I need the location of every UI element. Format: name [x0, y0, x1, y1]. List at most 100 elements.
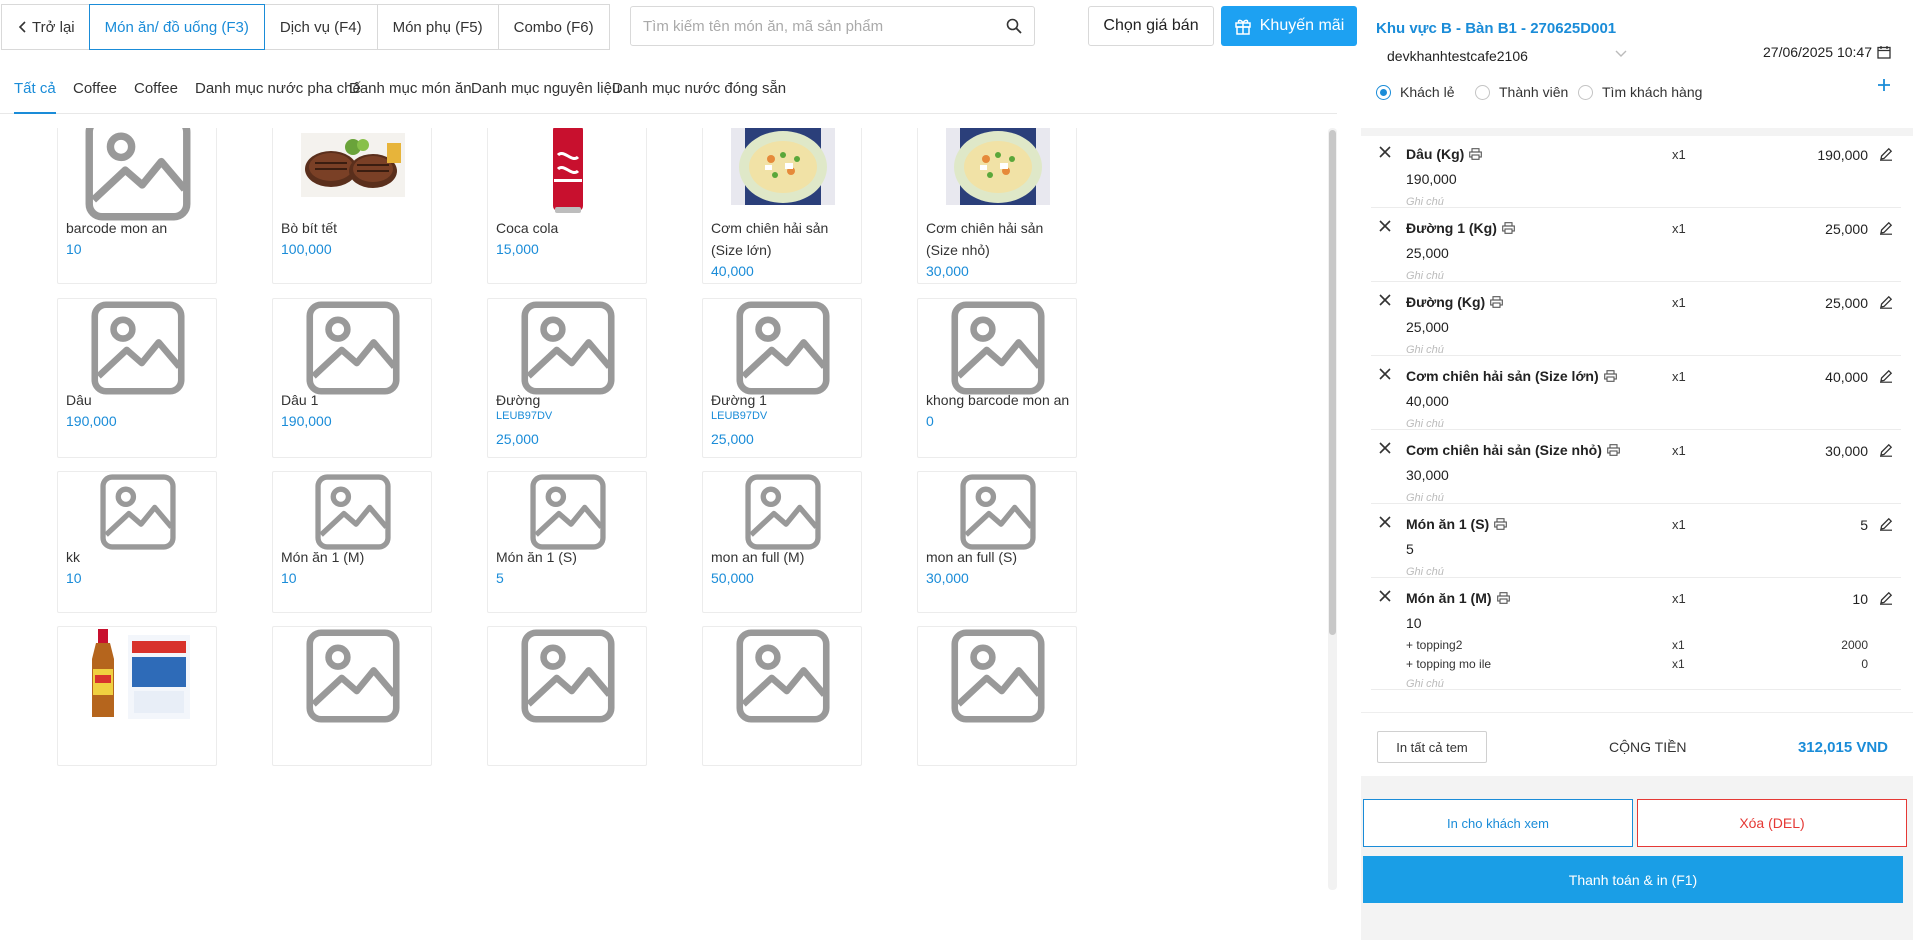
- back-button[interactable]: Trở lại: [1, 4, 90, 50]
- product-card[interactable]: Món ăn 1 (M) 10: [272, 471, 432, 613]
- edit-pencil-icon[interactable]: [1879, 369, 1893, 383]
- item-note-field[interactable]: Ghi chú: [1406, 344, 1444, 356]
- product-name: Món ăn 1 (S): [496, 549, 577, 565]
- category-tab[interactable]: Danh mục nước đóng sẵn: [612, 80, 786, 114]
- edit-pencil-icon[interactable]: [1879, 591, 1893, 605]
- promotion-button[interactable]: Khuyến mãi: [1221, 6, 1357, 46]
- tab-side-dishes[interactable]: Món phụ (F5): [376, 4, 499, 50]
- edit-pencil-icon[interactable]: [1879, 221, 1893, 235]
- item-note-field[interactable]: Ghi chú: [1406, 418, 1444, 430]
- product-card[interactable]: Bò bít tết 100,000: [272, 128, 432, 284]
- radio-find-customer[interactable]: Tìm khách hàng: [1578, 84, 1702, 100]
- category-tab[interactable]: Danh mục nguyên liệu: [471, 80, 620, 114]
- store-select[interactable]: devkhanhtestcafe2106: [1387, 48, 1528, 64]
- product-card[interactable]: khong barcode mon an 0: [917, 298, 1077, 458]
- order-item-total: 25,000: [1825, 221, 1868, 237]
- order-item-qty[interactable]: x1: [1672, 295, 1686, 310]
- edit-pencil-icon[interactable]: [1879, 517, 1893, 531]
- product-card[interactable]: Món ăn 1 (S) 5: [487, 471, 647, 613]
- item-note-field[interactable]: Ghi chú: [1406, 492, 1444, 504]
- order-item-qty[interactable]: x1: [1672, 591, 1686, 606]
- print-icon[interactable]: [1464, 148, 1483, 160]
- tab-services[interactable]: Dịch vụ (F4): [263, 4, 378, 50]
- category-tab[interactable]: Danh mục món ăn: [349, 80, 472, 114]
- product-card[interactable]: [57, 626, 217, 766]
- item-note-field[interactable]: Ghi chú: [1406, 196, 1444, 208]
- order-item-qty[interactable]: x1: [1672, 517, 1686, 532]
- product-card[interactable]: mon an full (M) 50,000: [702, 471, 862, 613]
- product-grid: barcode mon an 10 Bò bít tết 100,000 Coca co…: [0, 128, 1330, 890]
- order-item-qty[interactable]: x1: [1672, 369, 1686, 384]
- order-item-name: Đường (Kg): [1406, 294, 1486, 310]
- product-card[interactable]: [917, 626, 1077, 766]
- product-card[interactable]: kk 10: [57, 471, 217, 613]
- product-price: 30,000: [926, 263, 969, 279]
- print-icon[interactable]: [1602, 444, 1620, 456]
- print-for-customer-button[interactable]: In cho khách xem: [1363, 799, 1633, 847]
- remove-item-icon[interactable]: [1379, 442, 1391, 454]
- category-tab[interactable]: Tất cả: [14, 80, 56, 114]
- category-tabs: Tất cả Coffee Coffee Danh mục nước pha chế D…: [0, 72, 1337, 114]
- product-card[interactable]: barcode mon an 10: [57, 128, 217, 284]
- product-card[interactable]: Đường LEUB97DV 25,000: [487, 298, 647, 458]
- product-card[interactable]: mon an full (S) 30,000: [917, 471, 1077, 613]
- choose-price-button[interactable]: Chọn giá bán: [1088, 6, 1214, 46]
- print-icon[interactable]: [1492, 592, 1510, 604]
- product-card[interactable]: [487, 626, 647, 766]
- product-name: Đường: [496, 392, 541, 408]
- order-total-row: In tất cả tem CỘNG TIỀN 312,015 VND: [1361, 712, 1913, 774]
- product-panel: Trở lại Món ăn/ đồ uống (F3) Dịch vụ (F4…: [0, 0, 1357, 895]
- pay-and-print-button[interactable]: Thanh toán & in (F1): [1363, 856, 1903, 903]
- print-icon[interactable]: [1489, 518, 1508, 530]
- category-tab[interactable]: Danh mục nước pha chế: [195, 80, 361, 114]
- product-card[interactable]: Đường 1 LEUB97DV 25,000: [702, 298, 862, 458]
- remove-item-icon[interactable]: [1379, 516, 1391, 528]
- remove-item-icon[interactable]: [1379, 294, 1391, 306]
- chevron-down-icon[interactable]: [1615, 50, 1627, 58]
- edit-pencil-icon[interactable]: [1879, 443, 1893, 457]
- radio-walk-in-customer[interactable]: Khách lẻ: [1376, 84, 1454, 100]
- remove-item-icon[interactable]: [1379, 220, 1391, 232]
- print-icon[interactable]: [1497, 222, 1515, 234]
- image-placeholder-icon: [273, 474, 431, 550]
- category-tab[interactable]: Coffee: [73, 80, 117, 114]
- remove-item-icon[interactable]: [1379, 146, 1391, 158]
- product-card[interactable]: [702, 626, 862, 766]
- print-icon[interactable]: [1485, 296, 1504, 308]
- radio-label: Thành viên: [1499, 84, 1569, 100]
- product-name: Bò bít tết: [281, 220, 338, 236]
- category-tab[interactable]: Coffee: [134, 80, 178, 114]
- remove-item-icon[interactable]: [1379, 590, 1391, 602]
- scrollbar-thumb[interactable]: [1329, 130, 1336, 635]
- print-icon[interactable]: [1599, 370, 1617, 382]
- edit-pencil-icon[interactable]: [1879, 295, 1893, 309]
- delete-order-button[interactable]: Xóa (DEL): [1637, 799, 1907, 847]
- edit-pencil-icon[interactable]: [1879, 147, 1893, 161]
- print-all-labels-button[interactable]: In tất cả tem: [1377, 731, 1487, 763]
- product-card[interactable]: Dâu 190,000: [57, 298, 217, 458]
- image-placeholder-icon: [703, 474, 861, 550]
- item-note-field[interactable]: Ghi chú: [1406, 566, 1444, 578]
- product-card[interactable]: [272, 626, 432, 766]
- image-placeholder-icon: [488, 474, 646, 550]
- product-card[interactable]: Cơm chiên hải sản (Size lớn) 40,000: [702, 128, 862, 284]
- search-icon[interactable]: [994, 18, 1034, 34]
- product-card[interactable]: Dâu 1 190,000: [272, 298, 432, 458]
- product-card[interactable]: Coca cola 15,000: [487, 128, 647, 284]
- tab-combo[interactable]: Combo (F6): [497, 4, 610, 50]
- order-item-qty[interactable]: x1: [1672, 443, 1686, 458]
- search-box: [630, 6, 1035, 46]
- search-input[interactable]: [631, 8, 994, 44]
- order-item-qty[interactable]: x1: [1672, 147, 1686, 162]
- remove-item-icon[interactable]: [1379, 368, 1391, 380]
- add-customer-icon[interactable]: [1877, 78, 1891, 92]
- product-card[interactable]: Cơm chiên hải sản (Size nhỏ) 30,000: [917, 128, 1077, 284]
- item-note-field[interactable]: Ghi chú: [1406, 270, 1444, 282]
- tab-food-drink[interactable]: Món ăn/ đồ uống (F3): [88, 4, 265, 50]
- product-price: 25,000: [496, 431, 539, 447]
- image-placeholder-icon: [488, 629, 646, 723]
- radio-member[interactable]: Thành viên: [1475, 84, 1568, 100]
- order-datetime[interactable]: 27/06/2025 10:47: [1763, 44, 1891, 60]
- item-note-field[interactable]: Ghi chú: [1406, 678, 1444, 690]
- order-item-qty[interactable]: x1: [1672, 221, 1686, 236]
